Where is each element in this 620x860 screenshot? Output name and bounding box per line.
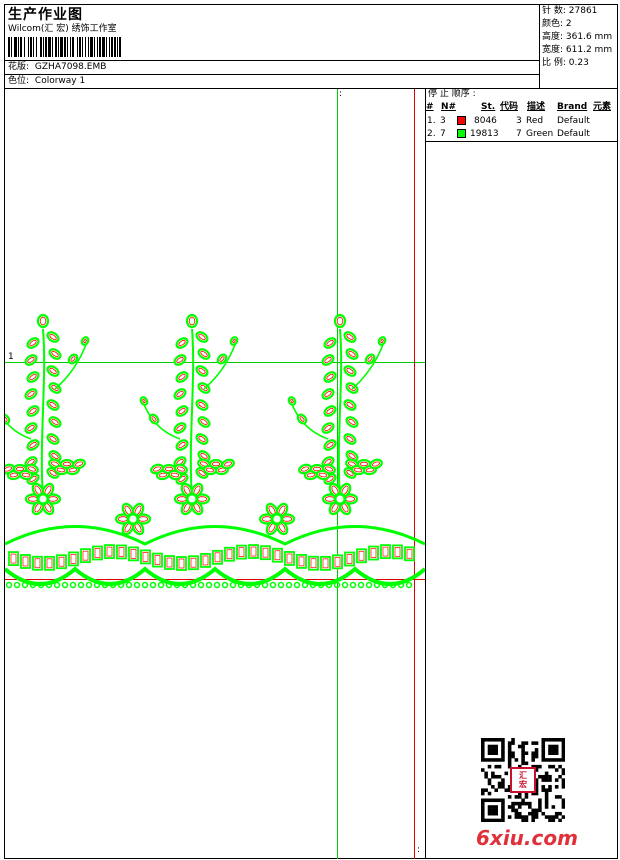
- row-needle: 3: [440, 116, 446, 126]
- colorway-label: 色位:: [8, 76, 30, 86]
- table-divider: [426, 141, 618, 142]
- row-needle: 7: [440, 129, 446, 139]
- color-swatch: [457, 128, 466, 141]
- row-brand: Default: [557, 116, 590, 126]
- studio-subtitle: Wilcom(汇 宏) 绣饰工作室: [8, 24, 117, 34]
- stats-box: 针 数: 27861 颜色: 2 高度: 361.6 mm 宽度: 611.2 …: [539, 4, 618, 88]
- col-element: 元素: [593, 102, 612, 112]
- embroidery-lace-pattern: [5, 313, 425, 589]
- colorway-row: 色位: Colorway 1: [8, 76, 85, 87]
- qr-code: 汇宏: [481, 738, 566, 823]
- page-title: 生产作业图: [8, 7, 83, 23]
- stat-width: 宽度: 611.2 mm: [542, 45, 613, 55]
- row-brand: Default: [557, 129, 590, 139]
- row-code: 3: [516, 116, 522, 126]
- design-file: GZHA7098.EMB: [34, 62, 107, 72]
- col-hash: #: [426, 102, 434, 112]
- col-st: St.: [481, 102, 496, 112]
- stamp-seal: 汇宏: [510, 767, 536, 793]
- color-swatch: [457, 115, 466, 128]
- row-code: 7: [516, 129, 522, 139]
- row-desc: Red: [526, 116, 544, 126]
- row-stitches: 19813: [470, 129, 499, 139]
- row-desc: Green: [526, 129, 554, 139]
- field-divider: [4, 74, 539, 75]
- field-divider: [4, 60, 539, 61]
- col-brand: Brand: [557, 102, 588, 112]
- barcode: [8, 37, 121, 57]
- panel-divider: [425, 88, 426, 859]
- color-swatch-green: [457, 129, 466, 138]
- design-label: 花版:: [8, 62, 30, 72]
- stat-colors: 颜色: 2: [542, 19, 572, 29]
- col-code: 代码: [500, 102, 519, 112]
- color-swatch-red: [457, 116, 466, 125]
- col-desc: 描述: [527, 102, 546, 112]
- col-n: N#: [441, 102, 457, 112]
- design-canvas: : 1 :: [5, 89, 425, 859]
- watermark-site: 6xiu.com: [476, 826, 578, 850]
- stop-sequence-title: 停 止 顺序 :: [428, 89, 476, 99]
- row-stitches: 8046: [474, 116, 497, 126]
- colorway-value: Colorway 1: [34, 76, 86, 86]
- row-index: 1.: [427, 116, 436, 126]
- row-index: 2.: [427, 129, 436, 139]
- design-row: 花版: GZHA7098.EMB: [8, 62, 106, 73]
- stamp-text: 汇宏: [519, 771, 527, 789]
- stat-height: 高度: 361.6 mm: [542, 32, 613, 42]
- stat-scale: 比 例: 0.23: [542, 58, 589, 68]
- stat-stitches: 针 数: 27861: [542, 6, 598, 16]
- stop-sequence-table: # N# St. 代码 描述 Brand 元素 1. 3 8046 3 Red …: [426, 101, 618, 141]
